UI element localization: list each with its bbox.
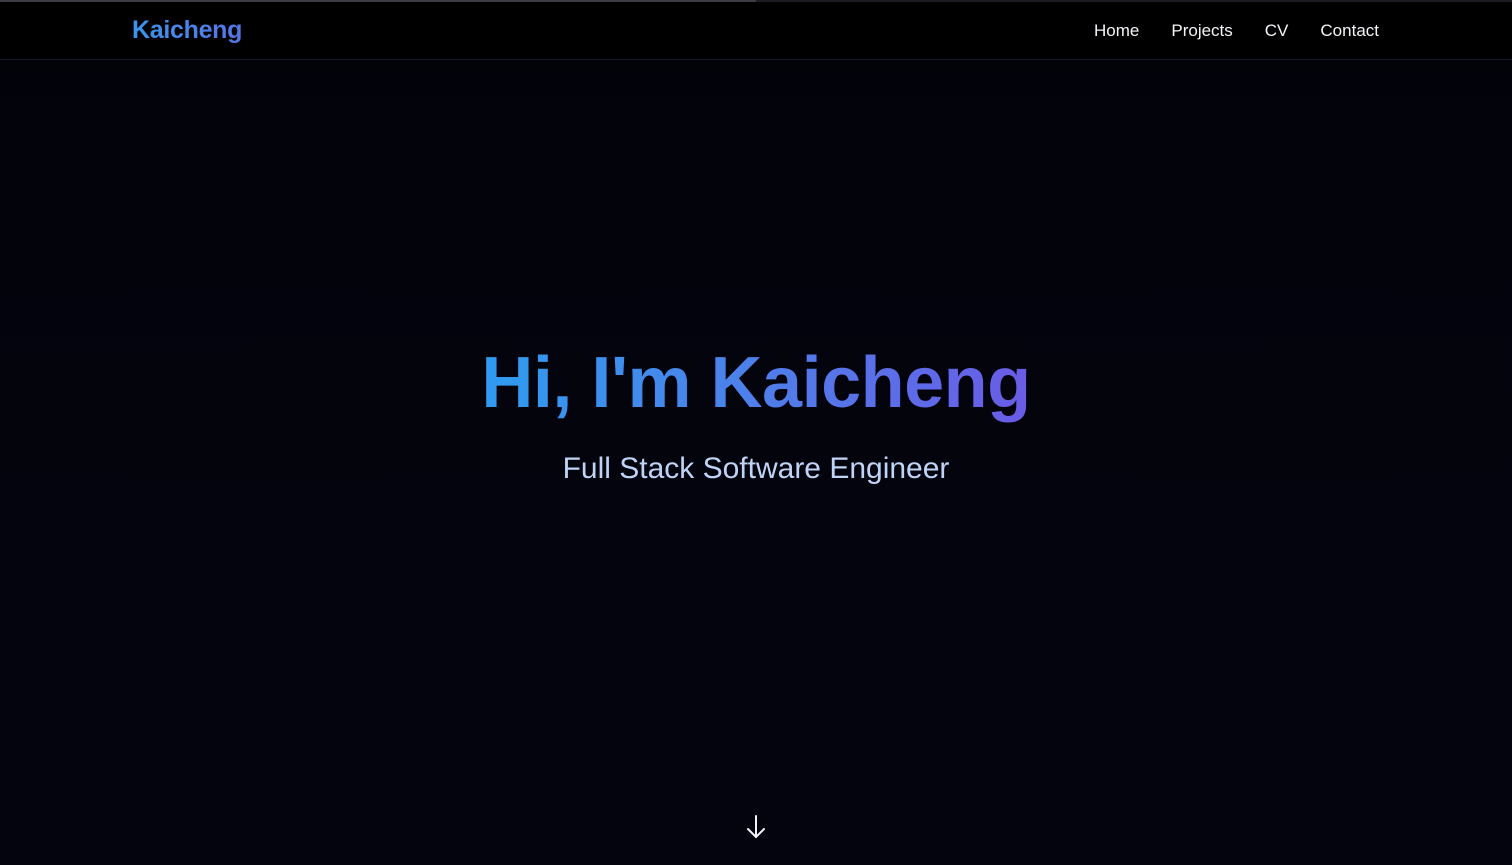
nav-link-home[interactable]: Home xyxy=(1094,19,1139,43)
nav-link-projects[interactable]: Projects xyxy=(1171,19,1232,43)
hero-title-text: Hi, I'm Kaicheng xyxy=(481,343,1031,423)
nav-link-contact[interactable]: Contact xyxy=(1320,19,1379,43)
arrow-down-icon xyxy=(747,815,765,838)
scroll-progress-bar xyxy=(0,0,1512,2)
scroll-progress-fill xyxy=(0,0,756,2)
hero-subtitle: Full Stack Software Engineer xyxy=(562,452,950,485)
scroll-down-button[interactable] xyxy=(743,812,769,842)
page: Kaicheng Home Projects CV Contact Hi, I'… xyxy=(0,0,1512,865)
site-logo[interactable]: Kaicheng xyxy=(132,14,242,46)
main-nav: Home Projects CV Contact xyxy=(1094,19,1379,43)
top-navigation-bar: Kaicheng Home Projects CV Contact xyxy=(0,0,1512,60)
nav-link-cv[interactable]: CV xyxy=(1265,19,1289,43)
hero-title: Hi, I'm Kaicheng xyxy=(0,338,1512,428)
